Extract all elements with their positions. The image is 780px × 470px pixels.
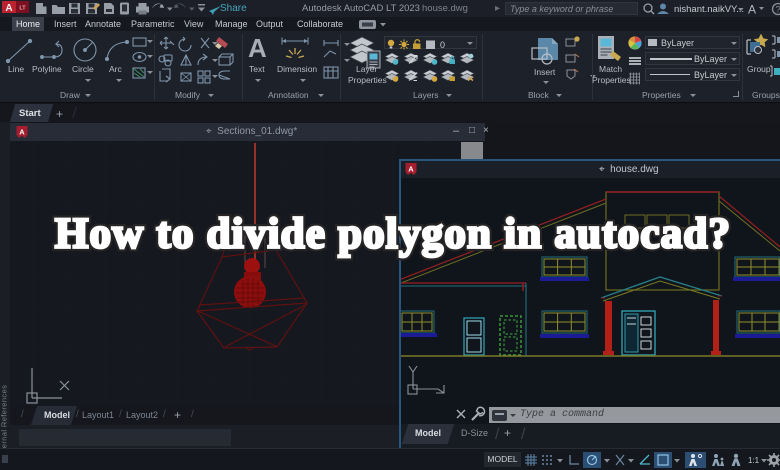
svg-text:LT: LT <box>19 6 26 12</box>
svg-text:1:1: 1:1 <box>748 456 760 465</box>
svg-text:?: ? <box>776 5 780 15</box>
svg-text:0: 0 <box>440 40 445 50</box>
svg-text:A: A <box>748 3 756 17</box>
svg-text:A: A <box>5 3 12 14</box>
svg-text:A: A <box>19 128 25 137</box>
svg-text:A: A <box>408 165 414 174</box>
svg-text:How to divide polygon in autoc: How to divide polygon in autocad? <box>55 211 731 258</box>
